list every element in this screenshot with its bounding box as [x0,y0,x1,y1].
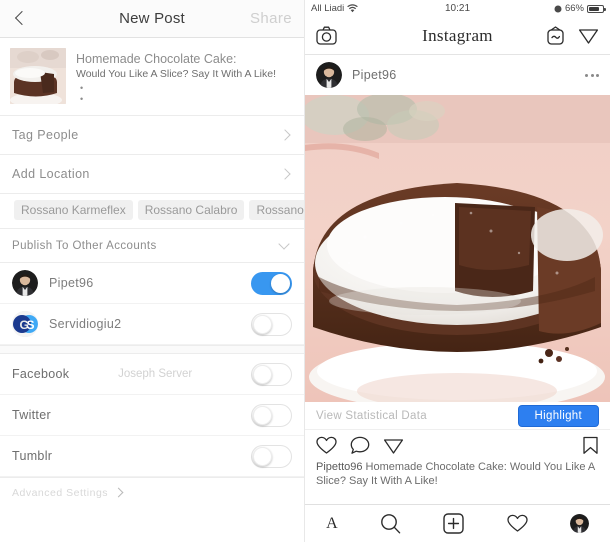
service-name: Tumblr [12,449,53,463]
paper-plane-icon[interactable] [578,26,599,45]
caption-row[interactable]: Homemade Chocolate Cake: Would You Like … [0,38,304,116]
publish-accounts-section-header[interactable]: Publish To Other Accounts [0,229,304,263]
instagram-feed-screen: All Liadi 10:21 66% Instagram Pipet96 Vi… [305,0,610,542]
caption-bullets: • • [76,83,294,105]
search-icon[interactable] [380,513,401,534]
svg-text:S: S [27,318,35,332]
publish-accounts-label: Publish To Other Accounts [12,239,157,252]
service-toggle-facebook[interactable] [250,362,292,386]
caption-line-2: Would You Like A Slice? Say It With A Li… [76,68,277,80]
more-dots-icon[interactable] [585,73,599,77]
chevron-right-icon [280,129,292,141]
caption-bullet-2: • [80,94,84,104]
account-name: Servidiogiu2 [49,317,122,331]
account-name: Pipet96 [49,276,94,290]
bookmark-icon[interactable] [582,436,599,455]
new-post-screen: New Post Share Homemade Chocolate Cake: … [0,0,305,542]
avatar: G S [12,311,38,337]
post-caption: Pipetto96 Homemade Chocolate Cake: Would… [305,460,610,488]
account-toggle-servidiogiu2[interactable] [251,312,292,336]
location-chip[interactable]: Rossano Calabro [137,200,245,220]
insights-row: View Statistical Data Highlight [305,402,610,430]
advanced-settings-label: Advanced Settings [12,486,109,499]
share-button[interactable]: Share [250,10,292,27]
chevron-right-icon [280,168,292,180]
service-toggle-twitter[interactable] [251,403,292,427]
activity-heart-icon[interactable] [506,514,528,533]
tag-people-row[interactable]: Tag People [0,116,304,155]
dual-screen-container: New Post Share Homemade Chocolate Cake: … [0,0,610,542]
heart-icon[interactable] [316,436,337,455]
status-bar: All Liadi 10:21 66% [305,0,610,17]
service-name: Twitter [12,408,51,422]
header-actions [546,26,599,45]
caption-username[interactable]: Pipetto96 [316,461,362,473]
account-toggle-pipet96[interactable] [251,271,292,295]
account-row-pipet96[interactable]: Pipet96 [0,263,304,304]
chevron-right-icon [114,487,125,498]
location-suggestions: Rossano Karmeflex Rossano Calabro Rossan… [0,194,304,229]
account-row-servidiogiu2[interactable]: G S Servidiogiu2 [0,304,304,345]
instagram-header: Instagram [305,17,610,55]
service-row-twitter[interactable]: Twitter [0,395,304,436]
add-post-icon[interactable] [443,513,464,534]
service-toggle-tumblr[interactable] [251,444,292,468]
alarm-icon [554,5,562,13]
section-divider [0,345,304,354]
highlight-button[interactable]: Highlight [517,404,599,427]
status-bar-right: 66% [554,3,606,14]
service-name: Facebook [12,367,70,381]
battery-percent-label: 66% [564,3,584,14]
chevron-down-icon [280,240,292,252]
caption-text-block[interactable]: Homemade Chocolate Cake: Would You Like … [76,48,294,109]
paper-plane-icon[interactable] [383,436,404,455]
comment-bubble-icon[interactable] [350,436,370,455]
add-location-label: Add Location [12,167,90,181]
post-photo[interactable] [305,95,610,402]
service-row-facebook[interactable]: Facebook Joseph Server [0,354,304,395]
post-header: Pipet96 [305,55,610,95]
view-statistics-link[interactable]: View Statistical Data [316,410,427,422]
location-chip[interactable]: Rossano Si [249,200,304,220]
post-username[interactable]: Pipet96 [352,68,397,82]
battery-icon [587,4,606,13]
service-row-tumblr[interactable]: Tumblr [0,436,304,477]
profile-avatar-icon[interactable] [569,514,589,533]
location-chip[interactable]: Rossano Karmeflex [14,200,133,220]
advanced-settings-row[interactable]: Advanced Settings [0,477,304,507]
facebook-account-name: Joseph Server [118,368,193,380]
caption-bullet-1: • [80,83,84,93]
post-actions [305,430,610,460]
post-thumbnail[interactable] [10,48,66,104]
tag-people-label: Tag People [12,128,79,142]
add-location-row[interactable]: Add Location [0,155,304,194]
bottom-tab-bar: A [305,504,610,542]
caption-line-1: Homemade Chocolate Cake: [76,52,237,66]
avatar [12,270,38,296]
igtv-icon[interactable] [546,26,565,45]
home-icon[interactable]: A [326,515,338,533]
avatar[interactable] [316,62,342,88]
new-post-header: New Post Share [0,0,304,38]
